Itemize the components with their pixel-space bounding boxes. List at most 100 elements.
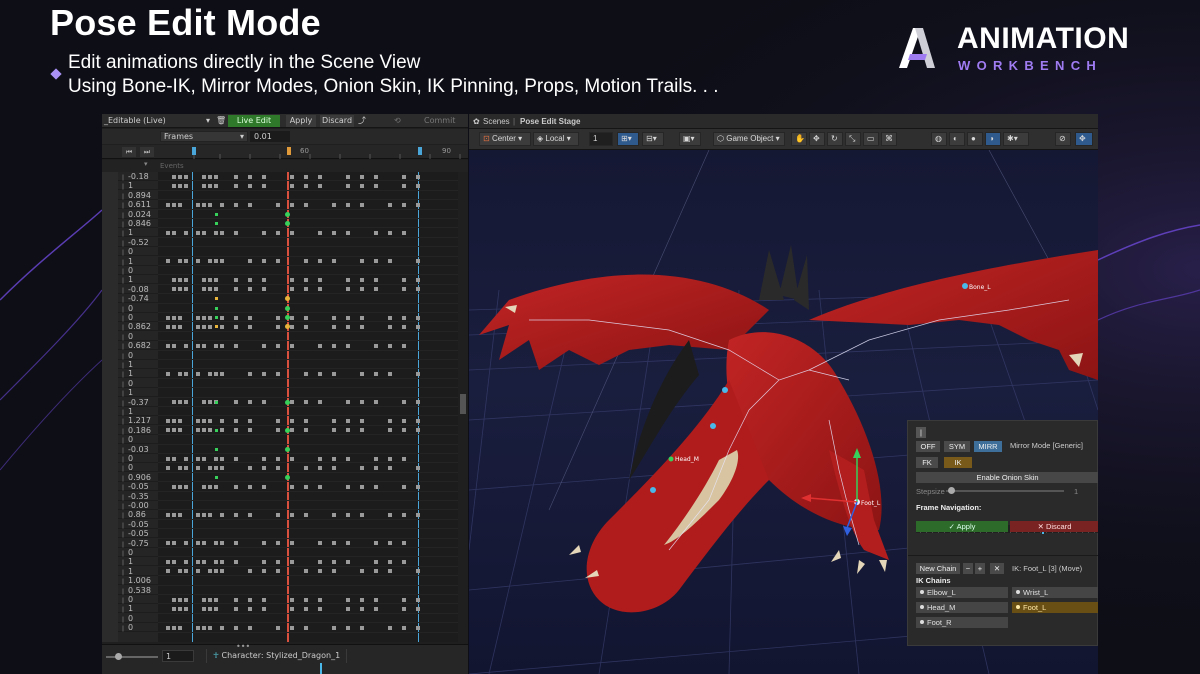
keyframe[interactable]: [208, 174, 212, 179]
keyframe[interactable]: [290, 597, 294, 602]
keyframe[interactable]: [166, 512, 170, 517]
property-value-row[interactable]: ǁ1: [118, 181, 158, 191]
property-value-row[interactable]: ǁ0: [118, 351, 158, 360]
keyframe[interactable]: [262, 456, 266, 461]
keyframe[interactable]: [172, 418, 176, 423]
keyframe[interactable]: [184, 230, 188, 235]
mirror-mirr-button[interactable]: MIRR: [974, 441, 1002, 452]
keyframe[interactable]: [262, 559, 266, 564]
keyframe[interactable]: [234, 202, 238, 207]
keyframe[interactable]: [402, 625, 406, 630]
keyframe[interactable]: [184, 174, 188, 179]
vertical-scrollbar[interactable]: [460, 394, 466, 414]
property-value-row[interactable]: ǁ 1.006: [118, 576, 158, 586]
keyframe[interactable]: [346, 287, 350, 292]
keyframe[interactable]: [360, 606, 364, 611]
keyframe[interactable]: [332, 428, 336, 433]
keyframe[interactable]: [332, 315, 336, 320]
keyframe[interactable]: [318, 371, 322, 376]
keyframe[interactable]: [388, 259, 392, 264]
keyframe[interactable]: [234, 315, 238, 320]
keyframe[interactable]: [290, 230, 294, 235]
property-value-row[interactable]: ǁ0: [118, 332, 158, 341]
keyframe[interactable]: [196, 559, 200, 564]
keyframe[interactable]: [360, 202, 364, 207]
keyframe[interactable]: [416, 287, 420, 292]
overlay-discard-button[interactable]: ✕ Discard: [1010, 521, 1098, 532]
grid-snap-icon[interactable]: ⊞▾: [617, 132, 639, 146]
keyframe[interactable]: [346, 559, 350, 564]
keyframe[interactable]: [208, 569, 212, 574]
keyframe[interactable]: [166, 371, 170, 376]
keyframe[interactable]: [234, 174, 238, 179]
keyframe[interactable]: [214, 606, 218, 611]
remove-chain-button[interactable]: −: [963, 563, 973, 574]
keyframe[interactable]: [172, 559, 176, 564]
keyframe[interactable]: [178, 202, 182, 207]
keyframe-selected[interactable]: [285, 474, 290, 480]
keyframe[interactable]: [166, 428, 170, 433]
keyframe[interactable]: [202, 183, 206, 188]
keyframe[interactable]: [346, 315, 350, 320]
keyframe[interactable]: [276, 202, 280, 207]
keyframe[interactable]: [360, 569, 364, 574]
keyframe[interactable]: [166, 418, 170, 423]
keyframe[interactable]: [276, 315, 280, 320]
keyframe[interactable]: [262, 259, 266, 264]
keyframe[interactable]: [214, 277, 218, 282]
keyframe[interactable]: [332, 230, 336, 235]
keyframe[interactable]: [178, 597, 182, 602]
keyframe[interactable]: [202, 324, 206, 329]
keyframe[interactable]: [290, 541, 294, 546]
keyframe[interactable]: [304, 625, 308, 630]
skip-forward-icon[interactable]: ⏭: [140, 147, 154, 157]
keyframe[interactable]: [304, 597, 308, 602]
keyframe[interactable]: [374, 183, 378, 188]
keyframe[interactable]: [262, 287, 266, 292]
keyframe[interactable]: [184, 277, 188, 282]
keyframe[interactable]: [374, 371, 378, 376]
keyframe[interactable]: [220, 456, 224, 461]
grid-visibility-icon[interactable]: ⊟▾: [642, 132, 664, 146]
keyframe[interactable]: [290, 559, 294, 564]
property-value-row[interactable]: ǁ1: [118, 567, 158, 576]
shading-shaded-icon[interactable]: ◐: [949, 132, 965, 146]
keyframe[interactable]: [208, 512, 212, 517]
keyframe[interactable]: [304, 183, 308, 188]
keyframe[interactable]: [262, 371, 266, 376]
keyframe[interactable]: [196, 418, 200, 423]
keyframe[interactable]: [172, 606, 176, 611]
new-chain-button[interactable]: New Chain: [916, 563, 960, 574]
keyframe[interactable]: [202, 277, 206, 282]
keyframe[interactable]: [360, 287, 364, 292]
keyframe[interactable]: [178, 174, 182, 179]
keyframe[interactable]: [220, 569, 224, 574]
keyframe[interactable]: [290, 625, 294, 630]
undo-icon[interactable]: ⤴: [358, 115, 370, 127]
keyframe[interactable]: [220, 371, 224, 376]
keyframe[interactable]: [262, 569, 266, 574]
keyframe[interactable]: [388, 315, 392, 320]
keyframe[interactable]: [402, 343, 406, 348]
keyframe[interactable]: [184, 371, 188, 376]
keyframe[interactable]: [208, 277, 212, 282]
keyframe[interactable]: [374, 287, 378, 292]
keyframe[interactable]: [374, 597, 378, 602]
keyframe[interactable]: [202, 428, 206, 433]
keyframe-selected[interactable]: [285, 399, 290, 405]
keyframe[interactable]: [416, 202, 420, 207]
keyframe[interactable]: [304, 418, 308, 423]
keyframe[interactable]: [234, 428, 238, 433]
keyframe[interactable]: [262, 400, 266, 405]
keyframe[interactable]: [208, 315, 212, 320]
keyframe[interactable]: [184, 606, 188, 611]
keyframe[interactable]: [196, 456, 200, 461]
keyframe[interactable]: [416, 418, 420, 423]
keyframe[interactable]: [304, 174, 308, 179]
stepsize-slider-knob[interactable]: [948, 487, 955, 494]
keyframe[interactable]: [178, 465, 182, 470]
keyframe[interactable]: [388, 512, 392, 517]
keyframe[interactable]: [202, 287, 206, 292]
keyframe[interactable]: [208, 484, 212, 489]
keyframe[interactable]: [172, 428, 176, 433]
